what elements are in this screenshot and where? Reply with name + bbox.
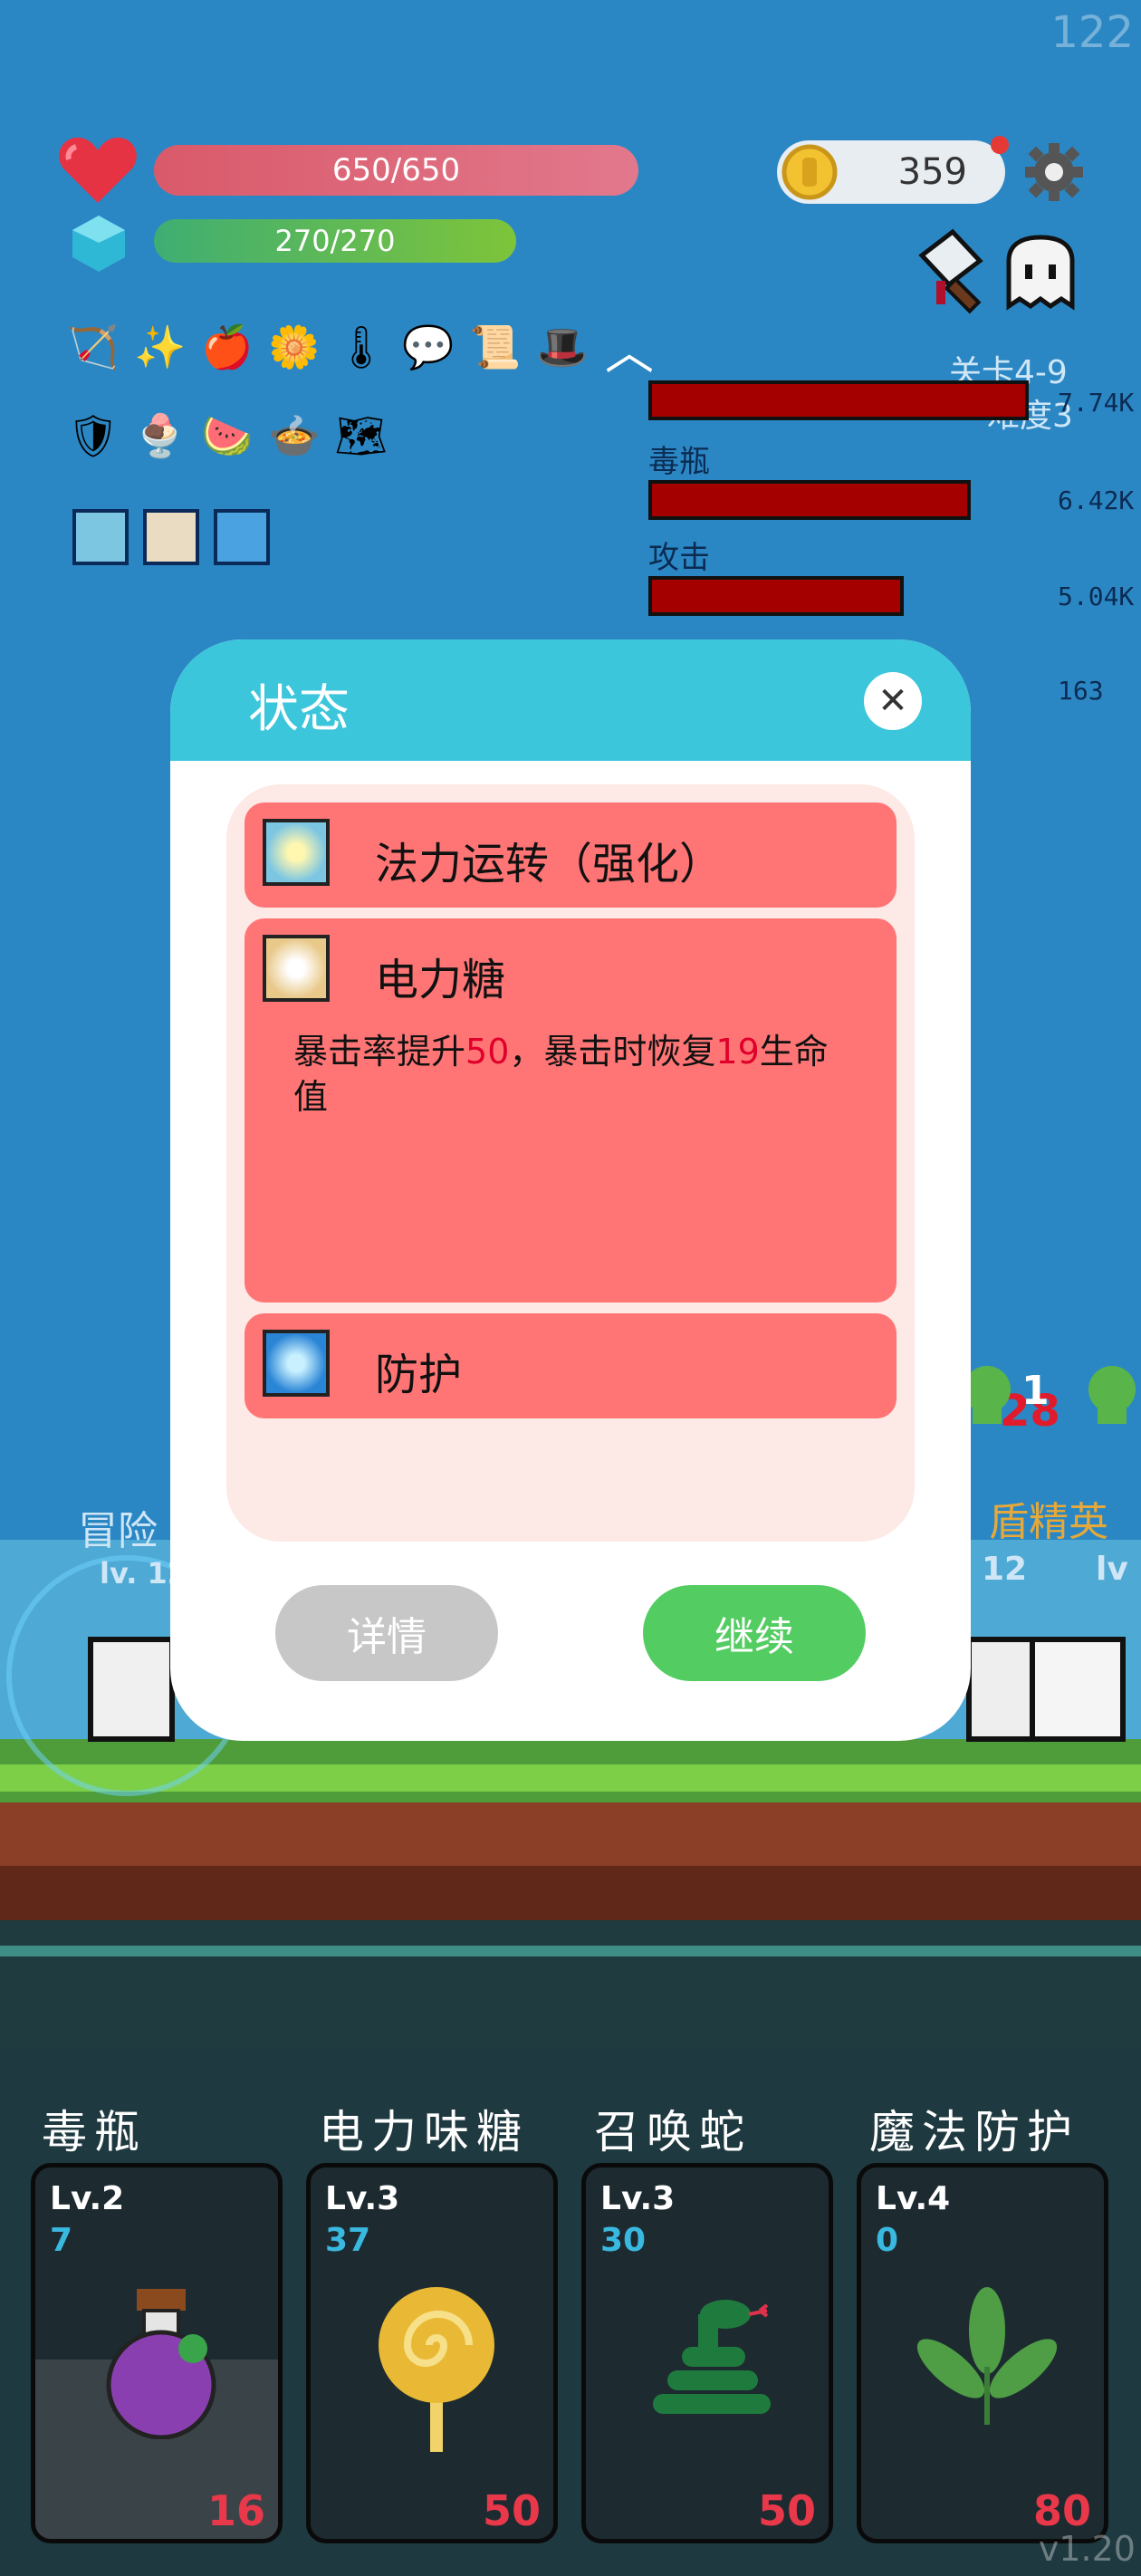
skill-level: Lv.2 [50, 2180, 125, 2217]
leaf-icon [916, 2287, 1058, 2425]
dialog-title: 状态 [248, 680, 350, 739]
skill-level: Lv.3 [600, 2180, 676, 2217]
skill-card-candy[interactable]: Lv.3 37 50 [306, 2163, 558, 2543]
desc-text: 暴击率提升 [293, 1032, 466, 1072]
version-label: v1.20 [1038, 2529, 1136, 2569]
shield-swirl-icon [263, 1330, 330, 1397]
effect-description: 暴击率提升50，暴击时恢复19生命值 [293, 1029, 855, 1120]
skill-count: 0 [876, 2222, 899, 2259]
skill-count: 7 [50, 2222, 73, 2259]
skill-level: Lv.3 [325, 2180, 400, 2217]
effect-title: 法力运转（强化） [375, 839, 724, 889]
desc-text: ，暴击时恢复 [509, 1032, 716, 1072]
skill-name: 召唤蛇 [594, 2106, 752, 2158]
electric-candy-icon [263, 935, 330, 1002]
effect-card[interactable]: 防护 [244, 1313, 896, 1418]
skill-count: 37 [325, 2222, 371, 2259]
skill-cost: 50 [482, 2486, 541, 2535]
desc-value: 19 [715, 1032, 760, 1072]
effect-title: 电力糖 [375, 955, 506, 1005]
skill-name: 电力味糖 [319, 2106, 529, 2158]
skill-count: 30 [600, 2222, 647, 2259]
poison-bottle-icon [106, 2289, 216, 2439]
snake-icon [653, 2300, 771, 2414]
skill-panel: 毒瓶 电力味糖 召唤蛇 魔法防护 Lv.2 7 16 Lv.3 37 50 Lv… [0, 2083, 1141, 2576]
detail-button[interactable]: 详情 [275, 1585, 498, 1681]
effect-title: 防护 [375, 1350, 463, 1400]
skill-name: 魔法防护 [869, 2106, 1079, 2158]
effect-card[interactable]: 法力运转（强化） [244, 803, 896, 908]
skill-cost: 80 [1032, 2486, 1091, 2535]
skill-level: Lv.4 [876, 2180, 951, 2217]
status-dialog: 状态 ✕ 法力运转（强化） 电力糖 暴击率提升50，暴击时恢复19生命值 防护 … [170, 639, 971, 1741]
skill-card-poison[interactable]: Lv.2 7 16 [31, 2163, 283, 2543]
lightbulb-icon [263, 819, 330, 886]
skill-cost: 16 [206, 2486, 265, 2535]
lollipop-icon [379, 2287, 494, 2452]
effect-card[interactable]: 电力糖 暴击率提升50，暴击时恢复19生命值 [244, 918, 896, 1302]
skill-name: 毒瓶 [42, 2106, 147, 2158]
skill-cost: 50 [757, 2486, 816, 2535]
close-button[interactable]: ✕ [864, 672, 922, 730]
continue-button[interactable]: 继续 [643, 1585, 866, 1681]
close-icon: ✕ [877, 680, 908, 722]
skill-card-magic-shield[interactable]: Lv.4 0 80 [857, 2163, 1108, 2543]
desc-value: 50 [465, 1032, 510, 1072]
effect-list[interactable]: 法力运转（强化） 电力糖 暴击率提升50，暴击时恢复19生命值 防护 [226, 784, 915, 1542]
skill-card-snake[interactable]: Lv.3 30 50 [581, 2163, 833, 2543]
